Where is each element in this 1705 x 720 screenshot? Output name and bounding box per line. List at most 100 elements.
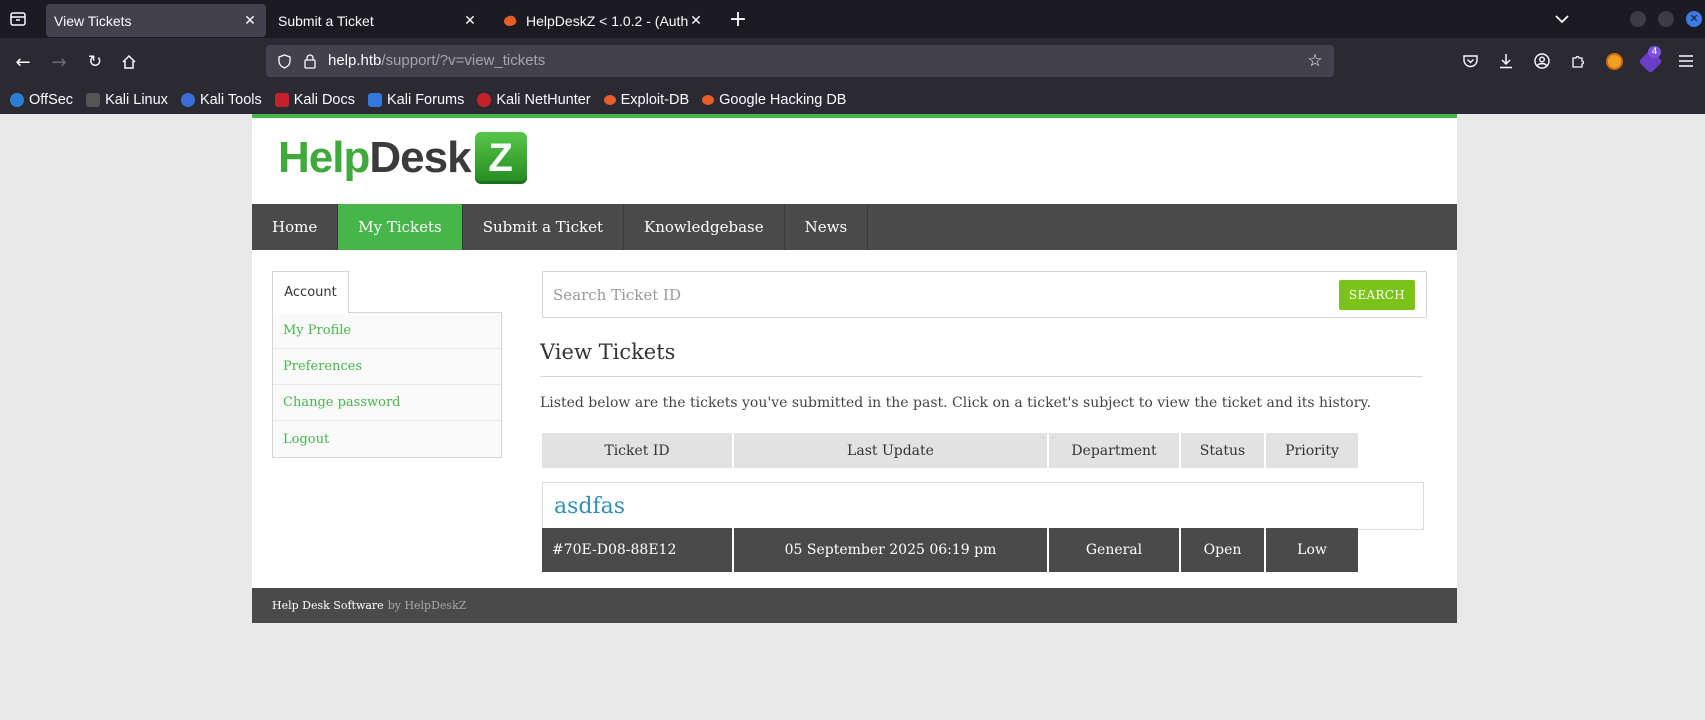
nav-submit-ticket[interactable]: Submit a Ticket [463,204,624,250]
shield-icon[interactable] [276,53,292,69]
ghdb-icon [702,95,715,105]
new-tab-icon[interactable]: + [726,7,750,32]
top-accent-bar [252,114,1457,118]
tab-view-tickets[interactable]: View Tickets ✕ [46,4,266,37]
kali-forums-icon [367,93,382,107]
main-content: SEARCH View Tickets Listed below are the… [540,271,1432,572]
window-minimize-icon[interactable] [1630,11,1646,27]
nav-news[interactable]: News [785,204,869,250]
window-close-icon[interactable]: ✕ [1686,11,1702,27]
tab-label: View Tickets [54,12,132,29]
account-sidebar: Account My Profile Preferences Change pa… [272,271,502,458]
bookmark-label: Kali Docs [293,92,355,108]
foxyproxy-extension-icon[interactable] [1606,53,1623,70]
url-host: help.htb [328,52,382,69]
kali-tools-icon [180,93,195,107]
link-logout[interactable]: Logout [273,421,501,457]
kali-dragon-icon [86,93,101,107]
status-cell: Open [1181,528,1264,572]
department-cell: General [1049,528,1179,572]
bookmark-star-icon[interactable]: ☆ [1306,51,1324,71]
lock-icon[interactable] [302,53,318,69]
bookmark-label: OffSec [29,92,74,108]
bookmark-offsec[interactable]: OffSec [10,92,73,108]
table-header: Ticket ID Last Update Department Status … [542,433,1424,468]
bookmark-label: Kali Tools [199,92,262,108]
url-path: /support/?v=view_tickets [381,52,546,69]
link-change-password[interactable]: Change password [273,385,501,421]
bookmark-kali-linux[interactable]: Kali Linux [86,92,168,108]
bookmark-google-hacking-db[interactable]: Google Hacking DB [702,92,846,108]
nav-my-tickets[interactable]: My Tickets [338,204,463,250]
bookmark-kali-forums[interactable]: Kali Forums [367,92,465,108]
col-priority: Priority [1266,433,1358,468]
app-menu-icon[interactable] [1676,51,1696,71]
helpdeskz-logo[interactable]: Help Desk Z [278,132,527,184]
col-department: Department [1049,433,1179,468]
search-button[interactable]: SEARCH [1339,280,1415,310]
forward-arrow-icon[interactable]: → [48,51,70,73]
nav-home[interactable]: Home [252,204,339,250]
col-last-update: Last Update [734,433,1047,468]
account-icon[interactable] [1532,51,1552,71]
intro-text: Listed below are the tickets you've subm… [540,395,1371,411]
browser-nav-bar: ← → ↻ help.htb/support/?v=view_tickets ☆… [0,38,1705,86]
close-icon[interactable]: ✕ [688,12,704,29]
back-arrow-icon[interactable]: ← [12,51,34,73]
bookmark-kali-docs[interactable]: Kali Docs [274,92,355,108]
nav-knowledgebase[interactable]: Knowledgebase [624,204,785,250]
tab-submit-ticket[interactable]: Submit a Ticket ✕ [270,4,486,37]
ticket-subject-link[interactable]: asdfas [554,494,625,519]
bookmark-label: Kali Forums [386,92,465,108]
bookmark-kali-tools[interactable]: Kali Tools [180,92,262,108]
tab-label: HelpDeskZ < 1.0.2 - (Auth [526,12,688,29]
reload-icon[interactable]: ↻ [84,51,106,73]
kali-nethunter-icon [477,93,492,107]
last-update-cell: 05 September 2025 06:19 pm [734,528,1047,572]
bookmark-label: Exploit-DB [620,92,690,108]
tickets-table: Ticket ID Last Update Department Status … [542,433,1424,572]
link-preferences[interactable]: Preferences [273,349,501,385]
tab-account[interactable]: Account [272,271,349,313]
home-icon[interactable] [118,51,140,73]
exploit-db-favicon-icon [502,13,518,28]
col-ticket-id: Ticket ID [542,433,732,468]
url-text[interactable]: help.htb/support/?v=view_tickets [328,52,545,69]
bookmark-label: Kali Linux [105,92,168,108]
downloads-icon[interactable] [1496,51,1516,71]
ticket-id-cell: #70E-D08-88E12 [542,528,732,572]
extensions-puzzle-icon[interactable] [1568,51,1588,71]
tab-label: Submit a Ticket [278,12,374,29]
address-bar[interactable]: help.htb/support/?v=view_tickets ☆ [266,45,1334,77]
table-row[interactable]: #70E-D08-88E12 05 September 2025 06:19 p… [542,528,1424,572]
bookmark-label: Kali NetHunter [496,92,591,108]
bookmark-label: Google Hacking DB [719,92,847,108]
helpdesk-page: Help Desk Z Home My Tickets Submit a Tick… [252,114,1457,623]
exploit-db-icon [603,95,616,105]
logo-desk-text: Desk [369,133,471,182]
tab-exploit-db[interactable]: HelpDeskZ < 1.0.2 - (Auth ✕ [496,4,712,37]
close-icon[interactable]: ✕ [242,12,258,29]
tab-overview-icon[interactable] [8,10,28,28]
search-ticket-id-input[interactable] [553,282,1333,308]
bookmarks-toolbar: OffSec Kali Linux Kali Tools Kali Docs K… [0,86,1705,114]
bookmark-exploit-db[interactable]: Exploit-DB [603,92,690,108]
window-maximize-icon[interactable] [1658,11,1674,27]
main-nav: Home My Tickets Submit a Ticket Knowledg… [252,204,1457,250]
pocket-icon[interactable] [1460,51,1480,71]
account-links: My Profile Preferences Change password L… [272,312,502,458]
list-tabs-chevron-icon[interactable] [1552,10,1572,28]
link-my-profile[interactable]: My Profile [273,313,501,349]
logo-help-text: Help [278,133,370,182]
page-footer: Help Desk Software by HelpDeskZ [252,588,1457,623]
footer-software-link[interactable]: Help Desk Software [272,599,384,612]
ticket-subject-row: asdfas [542,482,1424,530]
col-status: Status [1181,433,1264,468]
browser-tab-bar: View Tickets ✕ Submit a Ticket ✕ HelpDes… [0,0,1705,38]
close-icon[interactable]: ✕ [462,12,478,29]
bookmark-kali-nethunter[interactable]: Kali NetHunter [477,92,591,108]
logo-z-badge: Z [474,132,527,184]
page-title: View Tickets [540,340,1423,377]
footer-by-helpdeskz[interactable]: by HelpDeskZ [388,599,467,612]
extension-badge-count: 4 [1648,46,1661,58]
